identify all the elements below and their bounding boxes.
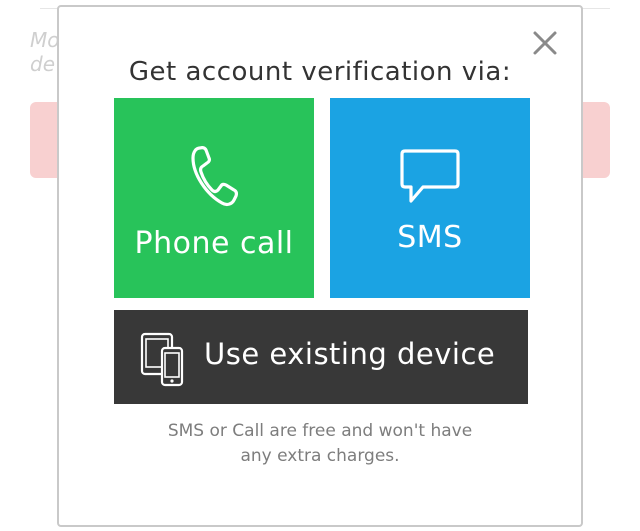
use-existing-device-label: Use existing device bbox=[204, 337, 496, 371]
charges-note: SMS or Call are free and won't have any … bbox=[59, 419, 581, 469]
modal-title: Get account verification via: bbox=[128, 57, 512, 87]
charges-note-line: SMS or Call are free and won't have bbox=[167, 421, 473, 441]
sms-label: SMS bbox=[397, 220, 463, 255]
phone-call-button[interactable]: Phone call bbox=[114, 98, 314, 298]
verification-modal: Get account verification via: Phone call… bbox=[57, 5, 583, 527]
phone-call-label: Phone call bbox=[134, 226, 294, 261]
phone-icon bbox=[114, 144, 314, 208]
devices-icon bbox=[140, 332, 186, 392]
close-icon bbox=[533, 31, 557, 55]
charges-note-line: any extra charges. bbox=[240, 446, 400, 466]
chat-bubble-icon bbox=[330, 148, 530, 206]
close-button[interactable] bbox=[531, 29, 559, 57]
page: Mo de Get account verification via: Phon… bbox=[0, 0, 640, 531]
sms-button[interactable]: SMS bbox=[330, 98, 530, 298]
use-existing-device-button[interactable]: Use existing device bbox=[114, 310, 528, 404]
